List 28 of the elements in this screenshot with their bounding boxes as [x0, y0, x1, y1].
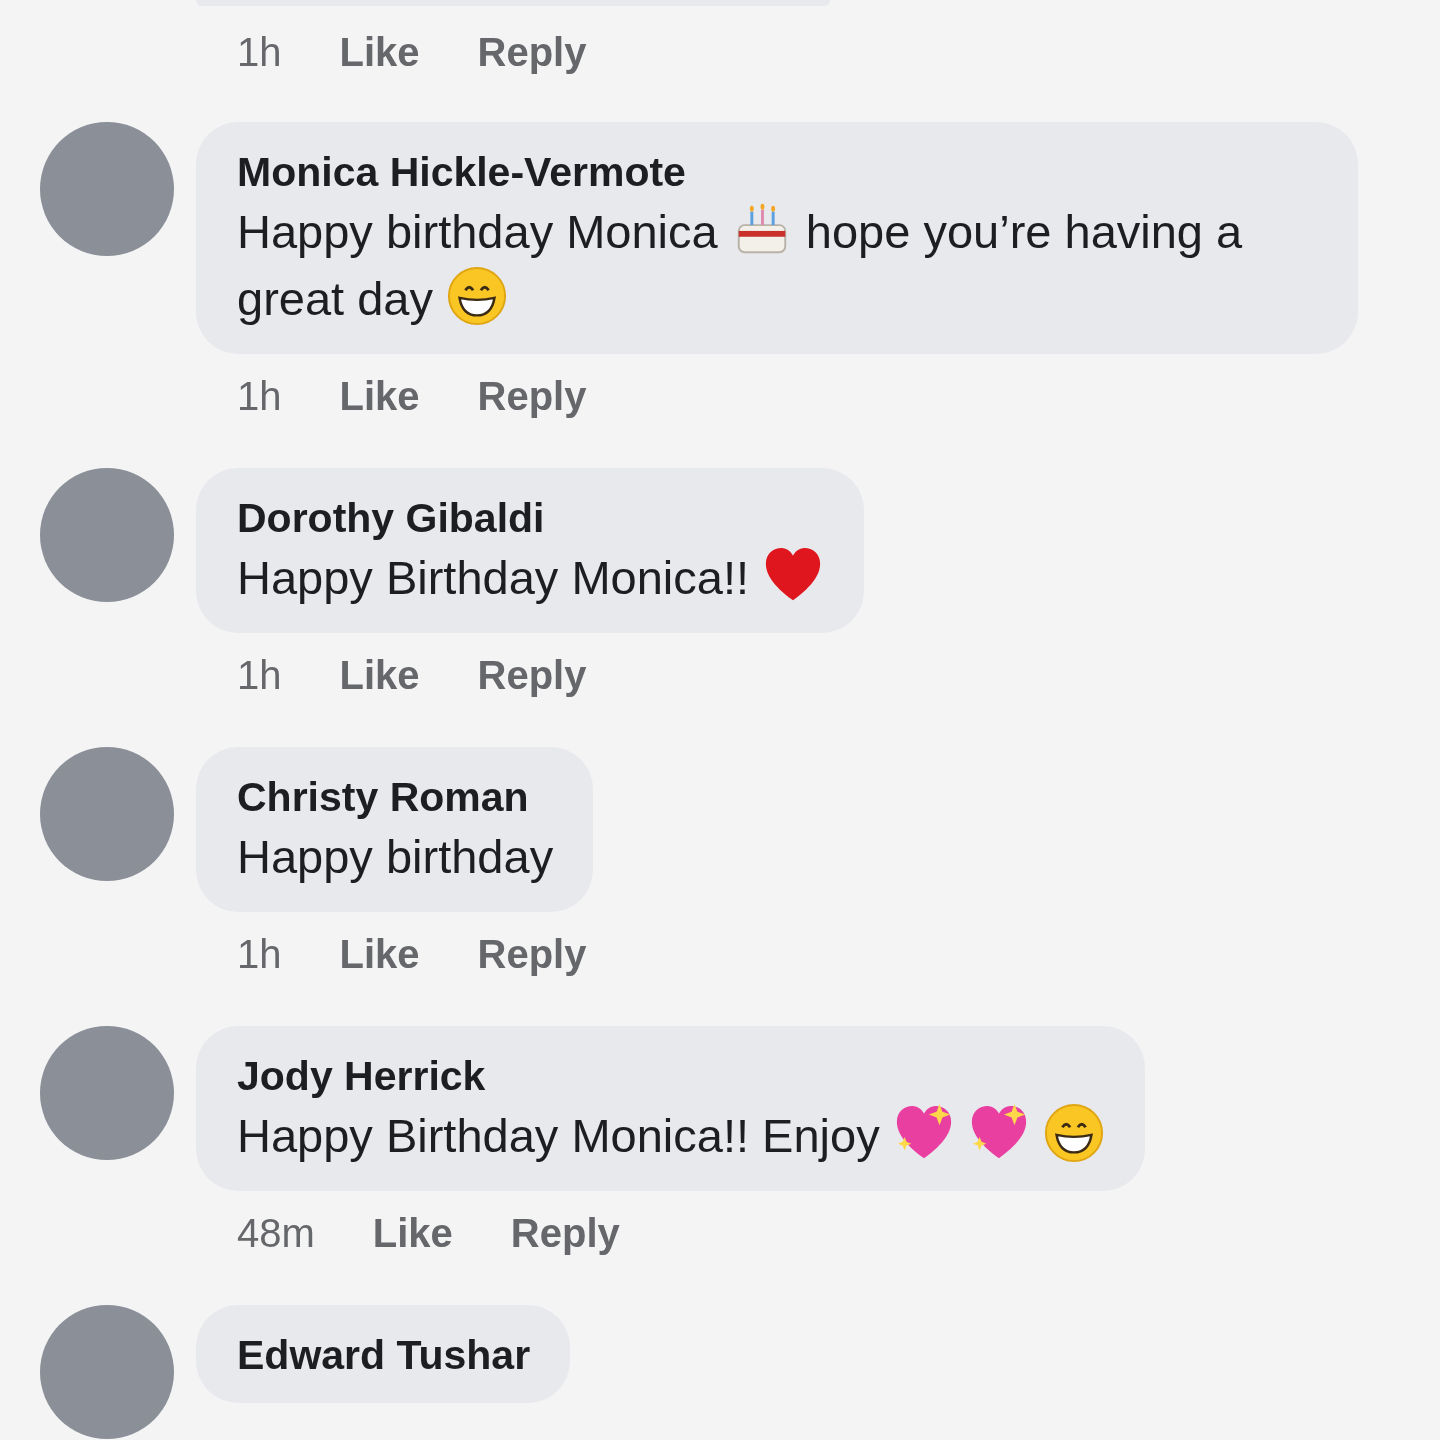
- reply-button[interactable]: Reply: [477, 26, 587, 78]
- like-button[interactable]: Like: [372, 1207, 453, 1259]
- like-button[interactable]: Like: [339, 26, 420, 78]
- comment-text: great day: [237, 272, 433, 325]
- grinning-face-icon: [1042, 1102, 1105, 1164]
- reply-button[interactable]: Reply: [477, 370, 587, 422]
- like-button[interactable]: Like: [339, 370, 420, 422]
- comment-text: hope you’re having a: [805, 205, 1243, 258]
- comment-text: Happy Birthday Monica!!: [237, 551, 750, 604]
- comment-time: 1h: [237, 652, 282, 699]
- grinning-face-icon: [446, 265, 509, 327]
- comment-time: 1h: [237, 373, 282, 420]
- like-button[interactable]: Like: [339, 649, 420, 701]
- author-name[interactable]: Dorothy Gibaldi: [237, 492, 825, 544]
- author-name[interactable]: Christy Roman: [237, 771, 554, 823]
- comment-text: Happy birthday: [237, 830, 554, 883]
- comment-time: 1h: [237, 931, 282, 978]
- reply-button[interactable]: Reply: [510, 1207, 620, 1259]
- author-name[interactable]: Edward Tushar: [237, 1329, 531, 1381]
- like-button[interactable]: Like: [339, 928, 420, 980]
- comment-text: Happy Birthday Monica!! Enjoy: [237, 1109, 880, 1162]
- reply-button[interactable]: Reply: [477, 649, 587, 701]
- comment-time: 1h: [237, 29, 282, 76]
- comment-time: 48m: [237, 1210, 315, 1257]
- reply-button[interactable]: Reply: [477, 928, 587, 980]
- author-name[interactable]: Jody Herrick: [237, 1050, 1105, 1102]
- comment-text: Happy birthday Monica: [237, 205, 718, 258]
- author-name[interactable]: Monica Hickle-Vermote: [237, 146, 1318, 198]
